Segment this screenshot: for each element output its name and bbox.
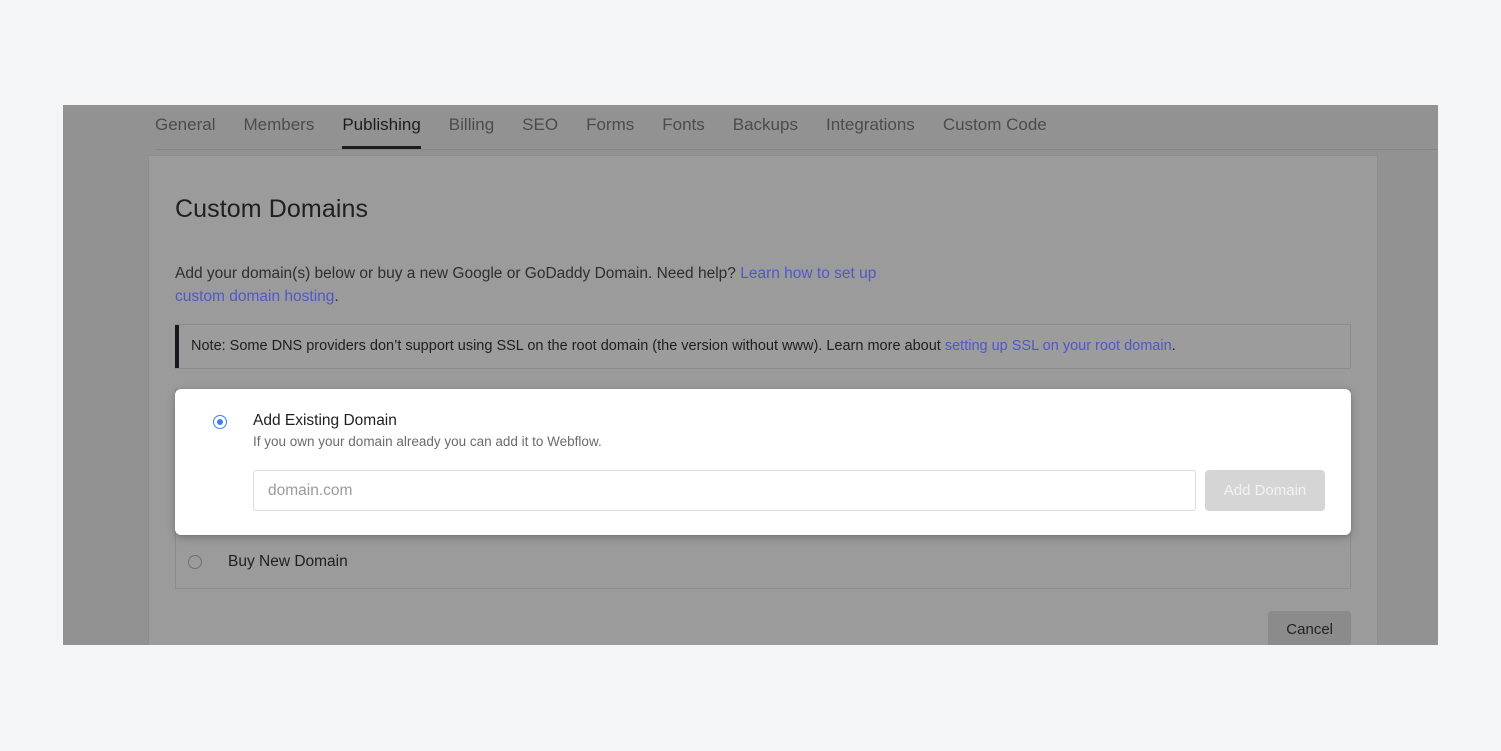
- option-title: Buy New Domain: [228, 552, 348, 571]
- description-text-leading: Add your domain(s) below or buy a new Go…: [175, 265, 740, 282]
- radio-buy-new-domain[interactable]: [188, 555, 202, 569]
- publishing-panel: Custom Domains Add your domain(s) below …: [148, 155, 1378, 645]
- option-labels: Buy New Domain: [228, 552, 348, 571]
- tab-publishing[interactable]: Publishing: [342, 115, 420, 149]
- tab-custom-code[interactable]: Custom Code: [943, 115, 1047, 149]
- tab-forms[interactable]: Forms: [586, 115, 634, 149]
- tab-billing[interactable]: Billing: [449, 115, 494, 149]
- option-header: Add Existing Domain If you own your doma…: [201, 411, 1325, 450]
- tab-backups[interactable]: Backups: [733, 115, 798, 149]
- ssl-note-banner: Note: Some DNS providers don’t support u…: [175, 324, 1351, 369]
- panel-footer: Cancel: [175, 611, 1351, 645]
- option-add-existing-domain[interactable]: Add Existing Domain If you own your doma…: [175, 389, 1351, 535]
- tabbar-divider: [155, 149, 1438, 150]
- modal-overlay: General Members Publishing Billing SEO F…: [63, 105, 1438, 645]
- add-domain-button[interactable]: Add Domain: [1205, 470, 1325, 511]
- section-description: Add your domain(s) below or buy a new Go…: [175, 262, 885, 308]
- option-title: Add Existing Domain: [253, 411, 602, 430]
- tab-members[interactable]: Members: [243, 115, 314, 149]
- description-text-trailing: .: [334, 288, 338, 305]
- settings-tabs: General Members Publishing Billing SEO F…: [155, 115, 1075, 149]
- radio-add-existing-domain[interactable]: [213, 415, 227, 429]
- page-title: Custom Domains: [175, 194, 1351, 224]
- note-text-trailing: .: [1172, 338, 1176, 354]
- tab-fonts[interactable]: Fonts: [662, 115, 705, 149]
- tab-general[interactable]: General: [155, 115, 215, 149]
- domain-input[interactable]: [253, 470, 1196, 511]
- domain-options-group: Add Existing Domain If you own your doma…: [175, 389, 1351, 589]
- option-buy-new-domain[interactable]: Buy New Domain: [176, 535, 1350, 588]
- option-subtitle: If you own your domain already you can a…: [253, 433, 602, 450]
- option-labels: Add Existing Domain If you own your doma…: [253, 411, 602, 450]
- cancel-button[interactable]: Cancel: [1268, 611, 1351, 645]
- tab-integrations[interactable]: Integrations: [826, 115, 915, 149]
- tab-seo[interactable]: SEO: [522, 115, 558, 149]
- add-domain-form: Add Domain: [253, 470, 1325, 511]
- ssl-root-domain-link[interactable]: setting up SSL on your root domain: [945, 338, 1172, 354]
- note-text-leading: Note: Some DNS providers don’t support u…: [191, 338, 945, 354]
